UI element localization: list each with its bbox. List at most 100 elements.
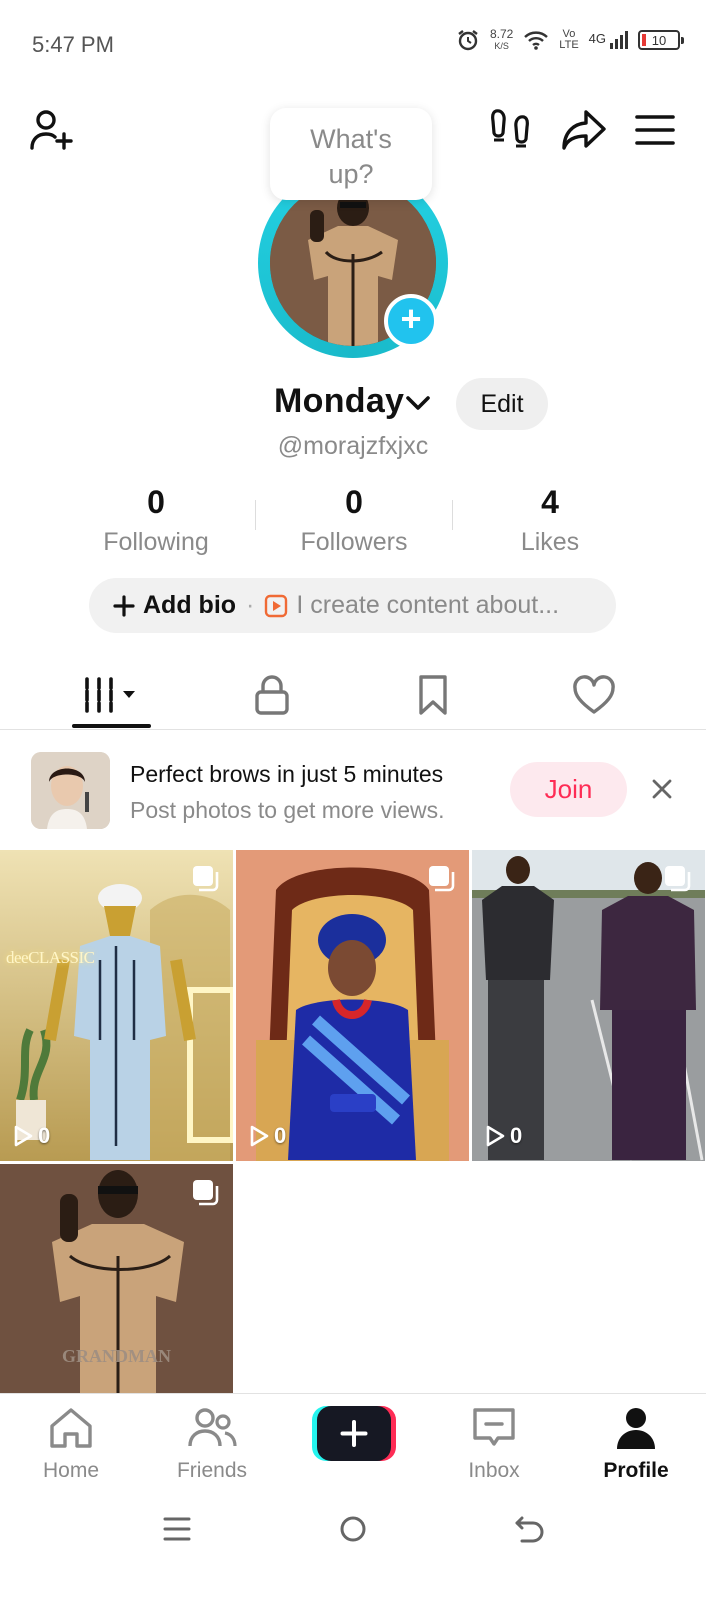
menu-button[interactable] — [634, 110, 676, 150]
play-icon — [486, 1125, 505, 1147]
post-thumbnail[interactable]: 0 — [472, 850, 705, 1161]
tab-private[interactable] — [212, 660, 332, 730]
play-icon — [14, 1125, 33, 1147]
divider — [255, 500, 256, 530]
tab-liked[interactable] — [534, 660, 654, 730]
nav-inbox[interactable]: Inbox — [434, 1406, 554, 1483]
hamburger-icon — [635, 115, 675, 145]
stat-label: Likes — [520, 528, 580, 556]
play-icon — [250, 1125, 269, 1147]
nav-profile[interactable]: Profile — [576, 1406, 696, 1483]
battery-level: 10 — [651, 32, 667, 48]
footprints-icon — [491, 109, 529, 148]
multi-photo-icon — [193, 866, 219, 892]
post-image — [0, 850, 233, 1161]
bio-placeholder: I create content about... — [296, 591, 560, 619]
post-thumbnail[interactable]: 0 — [236, 850, 469, 1161]
status-bar: 5:47 PM 8.72 K/S Vo LTE 4G 10 — [0, 0, 720, 90]
add-story-button[interactable]: + — [384, 294, 438, 348]
net-speed-unit: K/S — [494, 41, 509, 51]
add-bio-label: Add bio — [143, 591, 237, 619]
stat-value: 0 — [147, 484, 165, 520]
stat-following[interactable]: 0 Following — [66, 484, 246, 557]
display-name[interactable]: Monday — [274, 382, 404, 421]
create-button[interactable] — [312, 1406, 396, 1461]
plus-icon — [113, 594, 135, 617]
post-thumbnail[interactable]: deeCLASSIC 0 — [0, 850, 233, 1161]
multi-photo-icon — [665, 866, 691, 892]
post-thumbnail[interactable]: GRANDMAN — [0, 1164, 233, 1393]
content-tabs — [0, 660, 706, 730]
signal-type: 4G — [588, 31, 606, 46]
add-friend-button[interactable] — [26, 104, 78, 156]
post-watermark: deeCLASSIC — [6, 948, 95, 967]
stat-value: 4 — [541, 484, 559, 520]
video-play-icon — [265, 594, 288, 617]
post-image — [236, 850, 469, 1161]
multi-photo-icon — [429, 866, 455, 892]
promo-title: Perfect brows in just 5 minutes — [130, 761, 444, 787]
promo-subtitle: Post photos to get more views. — [130, 797, 445, 823]
view-count: 0 — [484, 1123, 522, 1149]
bookmark-icon — [419, 675, 447, 715]
name-row: Monday Edit — [0, 378, 720, 430]
close-icon[interactable] — [648, 775, 676, 803]
net-speed-value: 8.72 — [489, 27, 514, 41]
share-icon — [562, 110, 606, 150]
tab-videos[interactable] — [52, 660, 172, 730]
volte-indicator: Vo LTE — [559, 28, 579, 51]
username: @morajzfxjxc — [277, 432, 429, 460]
cell-signal-icon: 4G — [589, 31, 628, 49]
view-count-value: 0 — [274, 1123, 287, 1148]
stat-value: 0 — [345, 484, 363, 520]
nav-label: Home — [42, 1459, 100, 1482]
add-bio-button[interactable]: Add bio · I create content about... — [89, 578, 616, 633]
multi-photo-icon — [193, 1180, 219, 1206]
edit-profile-button[interactable]: Edit — [456, 378, 548, 430]
battery-icon: 10 — [638, 30, 684, 50]
divider — [452, 500, 453, 530]
nav-label: Inbox — [468, 1459, 520, 1482]
tab-saved[interactable] — [373, 660, 493, 730]
join-button[interactable]: Join — [510, 762, 627, 817]
plus-icon: + — [400, 298, 422, 339]
home-system-icon[interactable] — [338, 1514, 368, 1544]
bottom-nav: Home Friends Inbox Profile — [0, 1393, 706, 1495]
status-bubble-text: What's up? — [310, 124, 392, 189]
share-button[interactable] — [560, 106, 608, 154]
recent-apps-icon[interactable] — [162, 1514, 192, 1544]
footprints-button[interactable] — [488, 106, 534, 154]
stat-followers[interactable]: 0 Followers — [264, 484, 444, 557]
view-count: 0 — [12, 1123, 50, 1149]
profile-icon — [617, 1408, 655, 1449]
inbox-icon — [473, 1408, 515, 1446]
promo-thumbnail — [31, 752, 110, 829]
back-icon[interactable] — [514, 1514, 546, 1544]
post-image — [472, 850, 705, 1161]
tab-underline — [72, 724, 151, 728]
wifi-icon — [524, 31, 549, 50]
nav-home[interactable]: Home — [11, 1406, 131, 1483]
status-bubble[interactable]: What's up? — [270, 108, 432, 200]
stat-label: Followers — [300, 528, 408, 556]
lock-icon — [255, 675, 289, 715]
stat-likes[interactable]: 4 Likes — [460, 484, 640, 557]
nav-label: Friends — [176, 1459, 248, 1482]
status-icons: 8.72 K/S Vo LTE 4G 10 — [456, 28, 684, 52]
promo-banner[interactable]: Perfect brows in just 5 minutes Post pho… — [0, 731, 706, 849]
plus-icon — [312, 1406, 396, 1461]
videos-grid-icon — [85, 677, 135, 713]
stat-label: Following — [103, 528, 209, 556]
net-speed: 8.72 K/S — [490, 28, 513, 52]
view-count: 0 — [248, 1123, 286, 1149]
alarm-icon — [458, 30, 478, 51]
separator-dot: · — [246, 591, 255, 619]
promo-image — [31, 752, 110, 829]
nav-friends[interactable]: Friends — [152, 1406, 272, 1483]
home-icon — [50, 1408, 92, 1448]
status-time: 5:47 PM — [32, 32, 114, 57]
chevron-down-icon[interactable] — [404, 392, 432, 414]
view-count-value: 0 — [510, 1123, 523, 1148]
nav-label: Profile — [603, 1459, 669, 1482]
friends-icon — [188, 1408, 237, 1447]
